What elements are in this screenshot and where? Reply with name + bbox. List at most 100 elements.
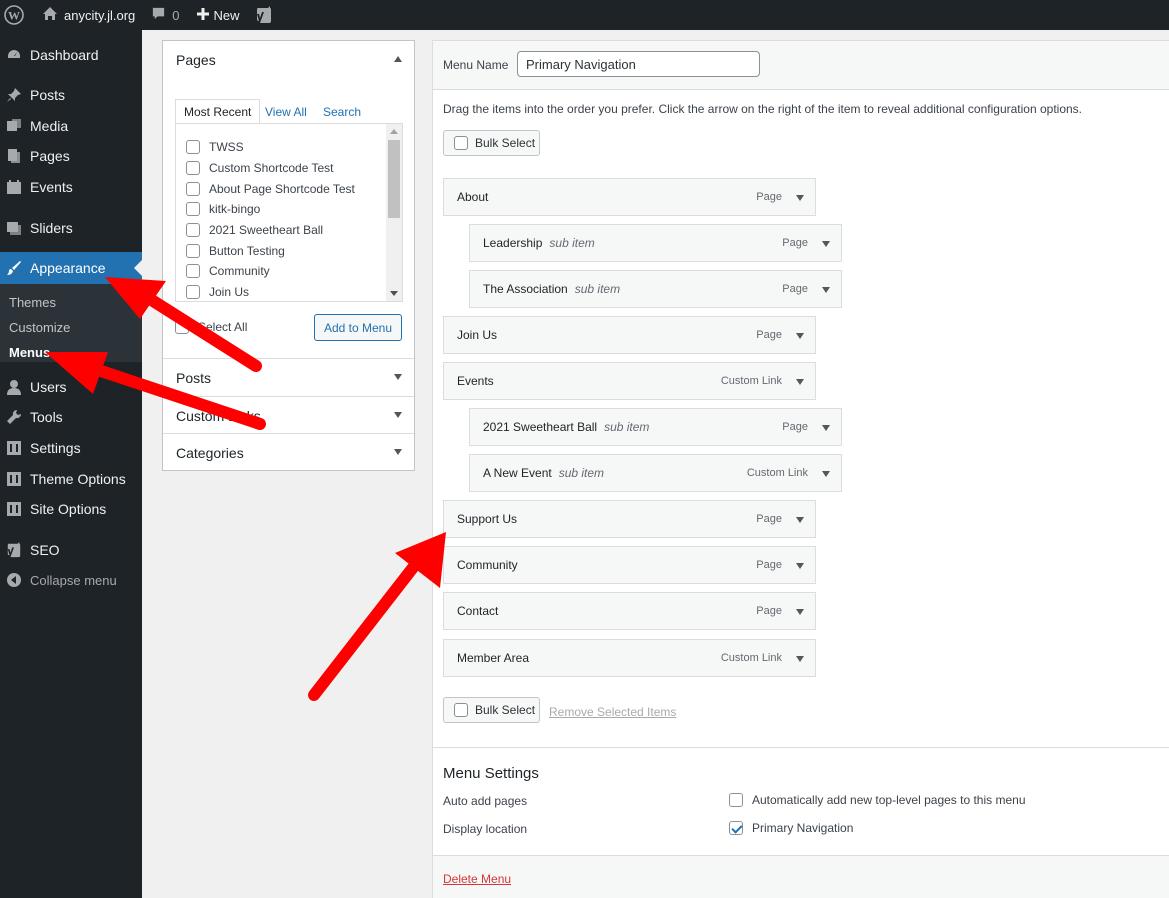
menu-item-2021-sweetheart-ball[interactable]: 2021 Sweetheart Ball sub item Page <box>469 408 842 446</box>
list-item[interactable]: Custom Shortcode Test <box>186 158 334 178</box>
submenu-item-themes[interactable]: Themes <box>9 295 56 310</box>
sidebar-item-dashboard[interactable]: Dashboard <box>0 39 142 71</box>
add-to-menu-button[interactable]: Add to Menu <box>314 314 402 341</box>
bulk-select-button[interactable]: Bulk Select <box>443 130 540 156</box>
comments-link[interactable]: 0 <box>143 0 187 30</box>
yoast-icon[interactable] <box>248 0 280 30</box>
chevron-down-icon[interactable] <box>796 609 804 615</box>
list-item[interactable]: 2021 Sweetheart Ball <box>186 220 323 240</box>
menu-item-join-us[interactable]: Join Us Page <box>443 316 816 354</box>
menu-item-about[interactable]: About Page <box>443 178 816 216</box>
comments-count: 0 <box>172 7 180 23</box>
checkbox[interactable] <box>186 264 200 278</box>
chevron-down-icon[interactable] <box>796 195 804 201</box>
menu-item-title: Events <box>457 374 494 388</box>
sub-item-tag: sub item <box>604 420 650 434</box>
accordion-posts[interactable]: Posts <box>163 358 414 396</box>
tab-view-all[interactable]: View All <box>265 99 307 124</box>
checkbox[interactable] <box>186 223 200 237</box>
primary-navigation-checkbox[interactable] <box>729 821 743 835</box>
chevron-down-icon[interactable] <box>822 425 830 431</box>
chevron-down-icon[interactable] <box>796 656 804 662</box>
menu-item-a-new-event[interactable]: A New Event sub item Custom Link <box>469 454 842 492</box>
chevron-down-icon[interactable] <box>796 563 804 569</box>
scrollbar-thumb[interactable] <box>388 140 400 218</box>
list-item[interactable]: kitk-bingo <box>186 199 260 219</box>
list-item[interactable]: Community <box>186 261 270 281</box>
delete-menu-link[interactable]: Delete Menu <box>443 872 511 886</box>
auto-add-checkbox[interactable] <box>729 793 743 807</box>
tab-search[interactable]: Search <box>323 99 361 124</box>
auto-add-pages-option[interactable]: Automatically add new top-level pages to… <box>729 793 1026 807</box>
select-all-checkbox[interactable] <box>175 320 189 334</box>
list-item[interactable]: TWSS <box>186 137 244 157</box>
primary-navigation-option[interactable]: Primary Navigation <box>729 821 853 835</box>
site-name-link[interactable]: anycity.jl.org <box>34 0 143 30</box>
checkbox[interactable] <box>186 285 200 299</box>
checkbox[interactable] <box>186 244 200 258</box>
sidebar-item-pages[interactable]: Pages <box>0 140 142 172</box>
submenu-item-customize[interactable]: Customize <box>9 320 70 335</box>
scroll-down-icon[interactable] <box>390 291 398 296</box>
settings-icon <box>6 471 22 487</box>
chevron-down-icon[interactable] <box>822 471 830 477</box>
sidebar-item-sliders[interactable]: Sliders <box>0 212 142 244</box>
chevron-up-icon <box>394 56 402 62</box>
menu-item-type: Custom Link <box>746 467 808 479</box>
menu-name-input[interactable] <box>517 51 760 77</box>
svg-text:W: W <box>8 9 20 23</box>
checkbox[interactable] <box>186 202 200 216</box>
scroll-up-icon[interactable] <box>390 129 398 134</box>
select-all[interactable]: Select All <box>175 320 247 334</box>
sidebar-item-events[interactable]: Events <box>0 171 142 203</box>
chevron-down-icon[interactable] <box>796 333 804 339</box>
accordion-pages[interactable]: Pages <box>163 41 414 79</box>
sidebar-item-tools[interactable]: Tools <box>0 401 142 433</box>
sidebar-item-settings[interactable]: Settings <box>0 432 142 464</box>
sidebar-item-label: Events <box>30 179 73 195</box>
chevron-down-icon[interactable] <box>822 287 830 293</box>
chevron-down-icon[interactable] <box>796 379 804 385</box>
settings-icon <box>6 440 22 456</box>
menu-item-the-association[interactable]: The Association sub item Page <box>469 270 842 308</box>
list-item[interactable]: Button Testing <box>186 241 285 261</box>
bulk-select-checkbox[interactable] <box>454 136 468 150</box>
page-label: Button Testing <box>209 244 285 258</box>
bulk-select-checkbox[interactable] <box>454 703 468 717</box>
sidebar-item-users[interactable]: Users <box>0 371 142 403</box>
menu-item-member-area[interactable]: Member Area Custom Link <box>443 639 816 677</box>
scrollbar[interactable] <box>386 124 402 301</box>
accordion-categories[interactable]: Categories <box>163 433 414 471</box>
remove-selected-items-link[interactable]: Remove Selected Items <box>549 705 676 719</box>
collapse-menu-button[interactable]: Collapse menu <box>0 564 142 596</box>
sidebar-item-site-options[interactable]: Site Options <box>0 493 142 525</box>
submenu-item-menus[interactable]: Menus <box>9 345 50 360</box>
menu-item-community[interactable]: Community Page <box>443 546 816 584</box>
menu-item-leadership[interactable]: Leadership sub item Page <box>469 224 842 262</box>
menu-item-support-us[interactable]: Support Us Page <box>443 500 816 538</box>
sidebar-item-media[interactable]: Media <box>0 110 142 142</box>
checkbox[interactable] <box>186 161 200 175</box>
checkbox[interactable] <box>186 182 200 196</box>
menu-item-contact[interactable]: Contact Page <box>443 592 816 630</box>
new-content-link[interactable]: New <box>188 0 248 30</box>
sidebar-item-seo[interactable]: SEO <box>0 534 142 566</box>
bulk-select-button-bottom[interactable]: Bulk Select <box>443 697 540 723</box>
accordion-custom-links[interactable]: Custom Links <box>163 396 414 434</box>
list-item[interactable]: Join Us <box>186 282 249 301</box>
menu-item-type: Custom Link <box>720 375 782 387</box>
sidebar-item-posts[interactable]: Posts <box>0 79 142 111</box>
sidebar-item-theme-options[interactable]: Theme Options <box>0 463 142 495</box>
wordpress-logo-icon[interactable]: W <box>0 0 34 30</box>
checkbox[interactable] <box>186 140 200 154</box>
menu-item-title: Member Area <box>457 651 530 665</box>
chevron-down-icon[interactable] <box>796 517 804 523</box>
sidebar-item-label: SEO <box>30 542 60 558</box>
menu-item-events[interactable]: Events Custom Link <box>443 362 816 400</box>
list-item[interactable]: About Page Shortcode Test <box>186 179 355 199</box>
menu-item-type: Page <box>756 191 782 203</box>
sidebar-item-appearance[interactable]: Appearance <box>0 252 142 284</box>
tab-most-recent[interactable]: Most Recent <box>175 99 261 124</box>
collapse-icon <box>6 572 22 588</box>
chevron-down-icon[interactable] <box>822 241 830 247</box>
